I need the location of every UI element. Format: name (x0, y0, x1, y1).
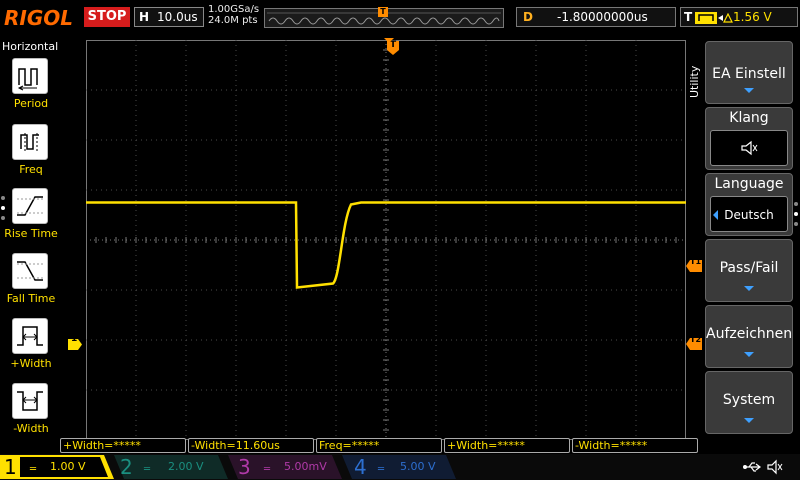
trigger-level-value: 1.56 V (733, 10, 772, 24)
delay-value: -1.80000000us (557, 10, 648, 24)
usb-icon (743, 462, 761, 472)
language-value-box: Deutsch (710, 196, 788, 232)
language-value: Deutsch (724, 208, 774, 222)
falling-edge-icon (723, 13, 733, 23)
language-left-arrow-icon (713, 210, 718, 220)
rise-time-icon (12, 188, 48, 224)
channel-3-tab[interactable]: 3 ═ 5.00mV (228, 455, 342, 479)
measurement-positive-width-2[interactable]: +Width=***** (444, 438, 570, 453)
measure-rise-time[interactable]: Rise Time (0, 188, 62, 252)
memory-depth: 24.0M pts (208, 15, 258, 26)
speaker-muted-icon (741, 140, 758, 156)
timebase-box[interactable]: H 10.0us (134, 7, 204, 27)
positive-width-icon (12, 318, 48, 354)
system-button[interactable]: System (705, 371, 793, 434)
ch2-coupling-icon: ═ (144, 464, 151, 475)
trigger-top-arrow (384, 38, 394, 43)
record-button[interactable]: Aufzeichnen (705, 305, 793, 368)
delay-label: D (523, 10, 533, 24)
channel-1-number: 1 (4, 455, 17, 479)
trigger-status-box[interactable]: T 1.56 V (680, 7, 798, 27)
utility-menu-title: Utility (688, 65, 701, 98)
submenu-arrow-icon (744, 88, 754, 93)
ch4-coupling-icon: ═ (378, 464, 385, 475)
channel-4-number: 4 (354, 455, 367, 479)
measure-menu-title: Horizontal (2, 40, 59, 53)
channel-2-number: 2 (120, 455, 133, 479)
channel-1-scale: 1.00 V (50, 460, 86, 473)
submenu-arrow-icon (744, 418, 754, 423)
speaker-muted-status-icon (767, 459, 783, 475)
bottom-right-status (706, 455, 800, 479)
measurement-positive-width-1[interactable]: +Width=***** (60, 438, 186, 453)
horizontal-label: H (139, 10, 150, 24)
pass-fail-button[interactable]: Pass/Fail (705, 239, 793, 302)
period-icon (12, 58, 48, 94)
measure-period-label: Period (13, 97, 49, 110)
measure-freq[interactable]: Freq (0, 124, 62, 188)
frequency-icon (12, 124, 48, 160)
measure-negative-width-label: -Width (13, 422, 49, 435)
memory-overview[interactable]: T (264, 7, 504, 28)
waveform-display[interactable] (86, 40, 686, 440)
measure-freq-label: Freq (19, 163, 43, 176)
timebase-value: 10.0us (157, 10, 198, 24)
negative-width-icon (12, 383, 48, 419)
measure-rise-time-label: Rise Time (4, 227, 58, 240)
ch1-coupling-icon: ═ (30, 464, 37, 475)
measurement-negative-width-1[interactable]: -Width=11.60us (188, 438, 314, 453)
trigger-label: T (684, 10, 693, 24)
fall-time-icon (12, 253, 48, 289)
channel-3-scale: 5.00mV (284, 460, 327, 473)
measure-fall-time[interactable]: Fall Time (0, 253, 62, 317)
measure-fall-time-label: Fall Time (6, 292, 56, 305)
left-menu-page-dots (1, 196, 7, 226)
channel-2-tab[interactable]: 2 ═ 2.00 V (114, 455, 228, 479)
right-menu-page-dots (794, 202, 800, 232)
memory-trigger-marker: T (378, 7, 388, 17)
measure-positive-width-label: +Width (10, 357, 52, 370)
measure-period[interactable]: Period (0, 58, 62, 122)
submenu-arrow-icon (744, 352, 754, 357)
measurement-frequency[interactable]: Freq=***** (316, 438, 442, 453)
ch1-offset-marker[interactable]: 1 (68, 334, 82, 350)
sound-value-box (710, 130, 788, 166)
horizontal-delay-box[interactable]: D -1.80000000us (516, 7, 676, 27)
ea-settings-button[interactable]: EA Einstell (705, 41, 793, 104)
channel-4-tab[interactable]: 4 ═ 5.00 V (342, 455, 456, 479)
submenu-arrow-icon (744, 286, 754, 291)
language-button[interactable]: Language Deutsch (705, 173, 793, 236)
measurement-negative-width-2[interactable]: -Width=***** (572, 438, 698, 453)
channel-3-number: 3 (238, 455, 251, 479)
measure-positive-width[interactable]: +Width (0, 318, 62, 382)
channel-1-tab[interactable]: 1 ═ 1.00 V (0, 455, 114, 479)
ch3-coupling-icon: ═ (264, 464, 271, 475)
measure-negative-width[interactable]: -Width (0, 383, 62, 447)
brand-logo: RIGOL (4, 6, 74, 30)
run-stop-status[interactable]: STOP (84, 7, 130, 27)
trigger-source-icon (695, 12, 723, 24)
channel-4-scale: 5.00 V (400, 460, 436, 473)
sound-button[interactable]: Klang (705, 107, 793, 170)
channel-2-scale: 2.00 V (168, 460, 204, 473)
acquisition-info: 1.00GSa/s 24.0M pts (208, 4, 259, 26)
graticule (86, 40, 686, 440)
sample-rate: 1.00GSa/s (208, 4, 260, 15)
